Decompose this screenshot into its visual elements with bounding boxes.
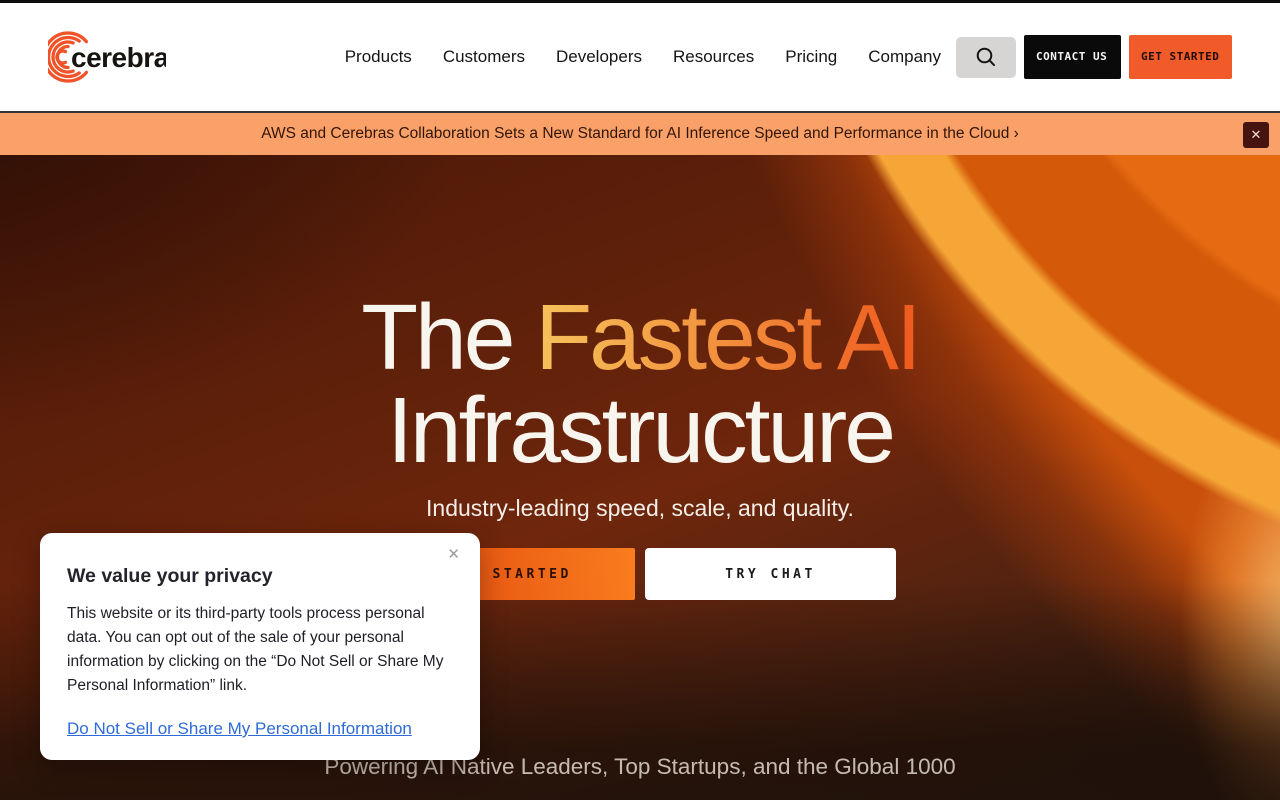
svg-text:cerebras: cerebras [71, 42, 166, 73]
search-icon [975, 46, 997, 68]
announcement-banner: AWS and Cerebras Collaboration Sets a Ne… [0, 111, 1280, 155]
header-actions: CONTACT US GET STARTED [956, 35, 1232, 79]
get-started-nav-button[interactable]: GET STARTED [1129, 35, 1232, 79]
site-header: cerebras Products Customers Developers R… [0, 3, 1280, 111]
privacy-dialog-title: We value your privacy [67, 565, 453, 588]
search-button[interactable] [956, 37, 1016, 78]
nav-item-company[interactable]: Company [868, 47, 941, 67]
cerebras-logo[interactable]: cerebras [48, 29, 166, 85]
nav-item-customers[interactable]: Customers [443, 47, 525, 67]
hero-title-line2: Infrastructure [387, 378, 893, 482]
do-not-sell-link[interactable]: Do Not Sell or Share My Personal Informa… [67, 719, 412, 739]
nav-item-products[interactable]: Products [345, 47, 412, 67]
privacy-consent-dialog: ✕ We value your privacy This website or … [40, 533, 480, 760]
announcement-link[interactable]: AWS and Cerebras Collaboration Sets a Ne… [261, 125, 1019, 143]
banner-close-icon[interactable]: ✕ [1243, 122, 1269, 148]
hero-title-white: The [361, 285, 535, 389]
contact-us-button[interactable]: CONTACT US [1024, 35, 1121, 79]
hero-subtitle: Industry-leading speed, scale, and quali… [0, 495, 1280, 522]
nav-item-resources[interactable]: Resources [673, 47, 754, 67]
nav-item-pricing[interactable]: Pricing [785, 47, 837, 67]
hero-title: The Fastest AIInfrastructure [0, 155, 1280, 477]
main-nav: Products Customers Developers Resources … [345, 47, 941, 67]
cerebras-logo-arcs-icon: cerebras [48, 29, 166, 85]
try-chat-button[interactable]: TRY CHAT [645, 548, 896, 600]
privacy-dialog-body: This website or its third-party tools pr… [67, 602, 449, 698]
hero-title-gradient: Fastest AI [535, 285, 919, 389]
nav-item-developers[interactable]: Developers [556, 47, 642, 67]
privacy-close-icon[interactable]: ✕ [443, 541, 464, 567]
